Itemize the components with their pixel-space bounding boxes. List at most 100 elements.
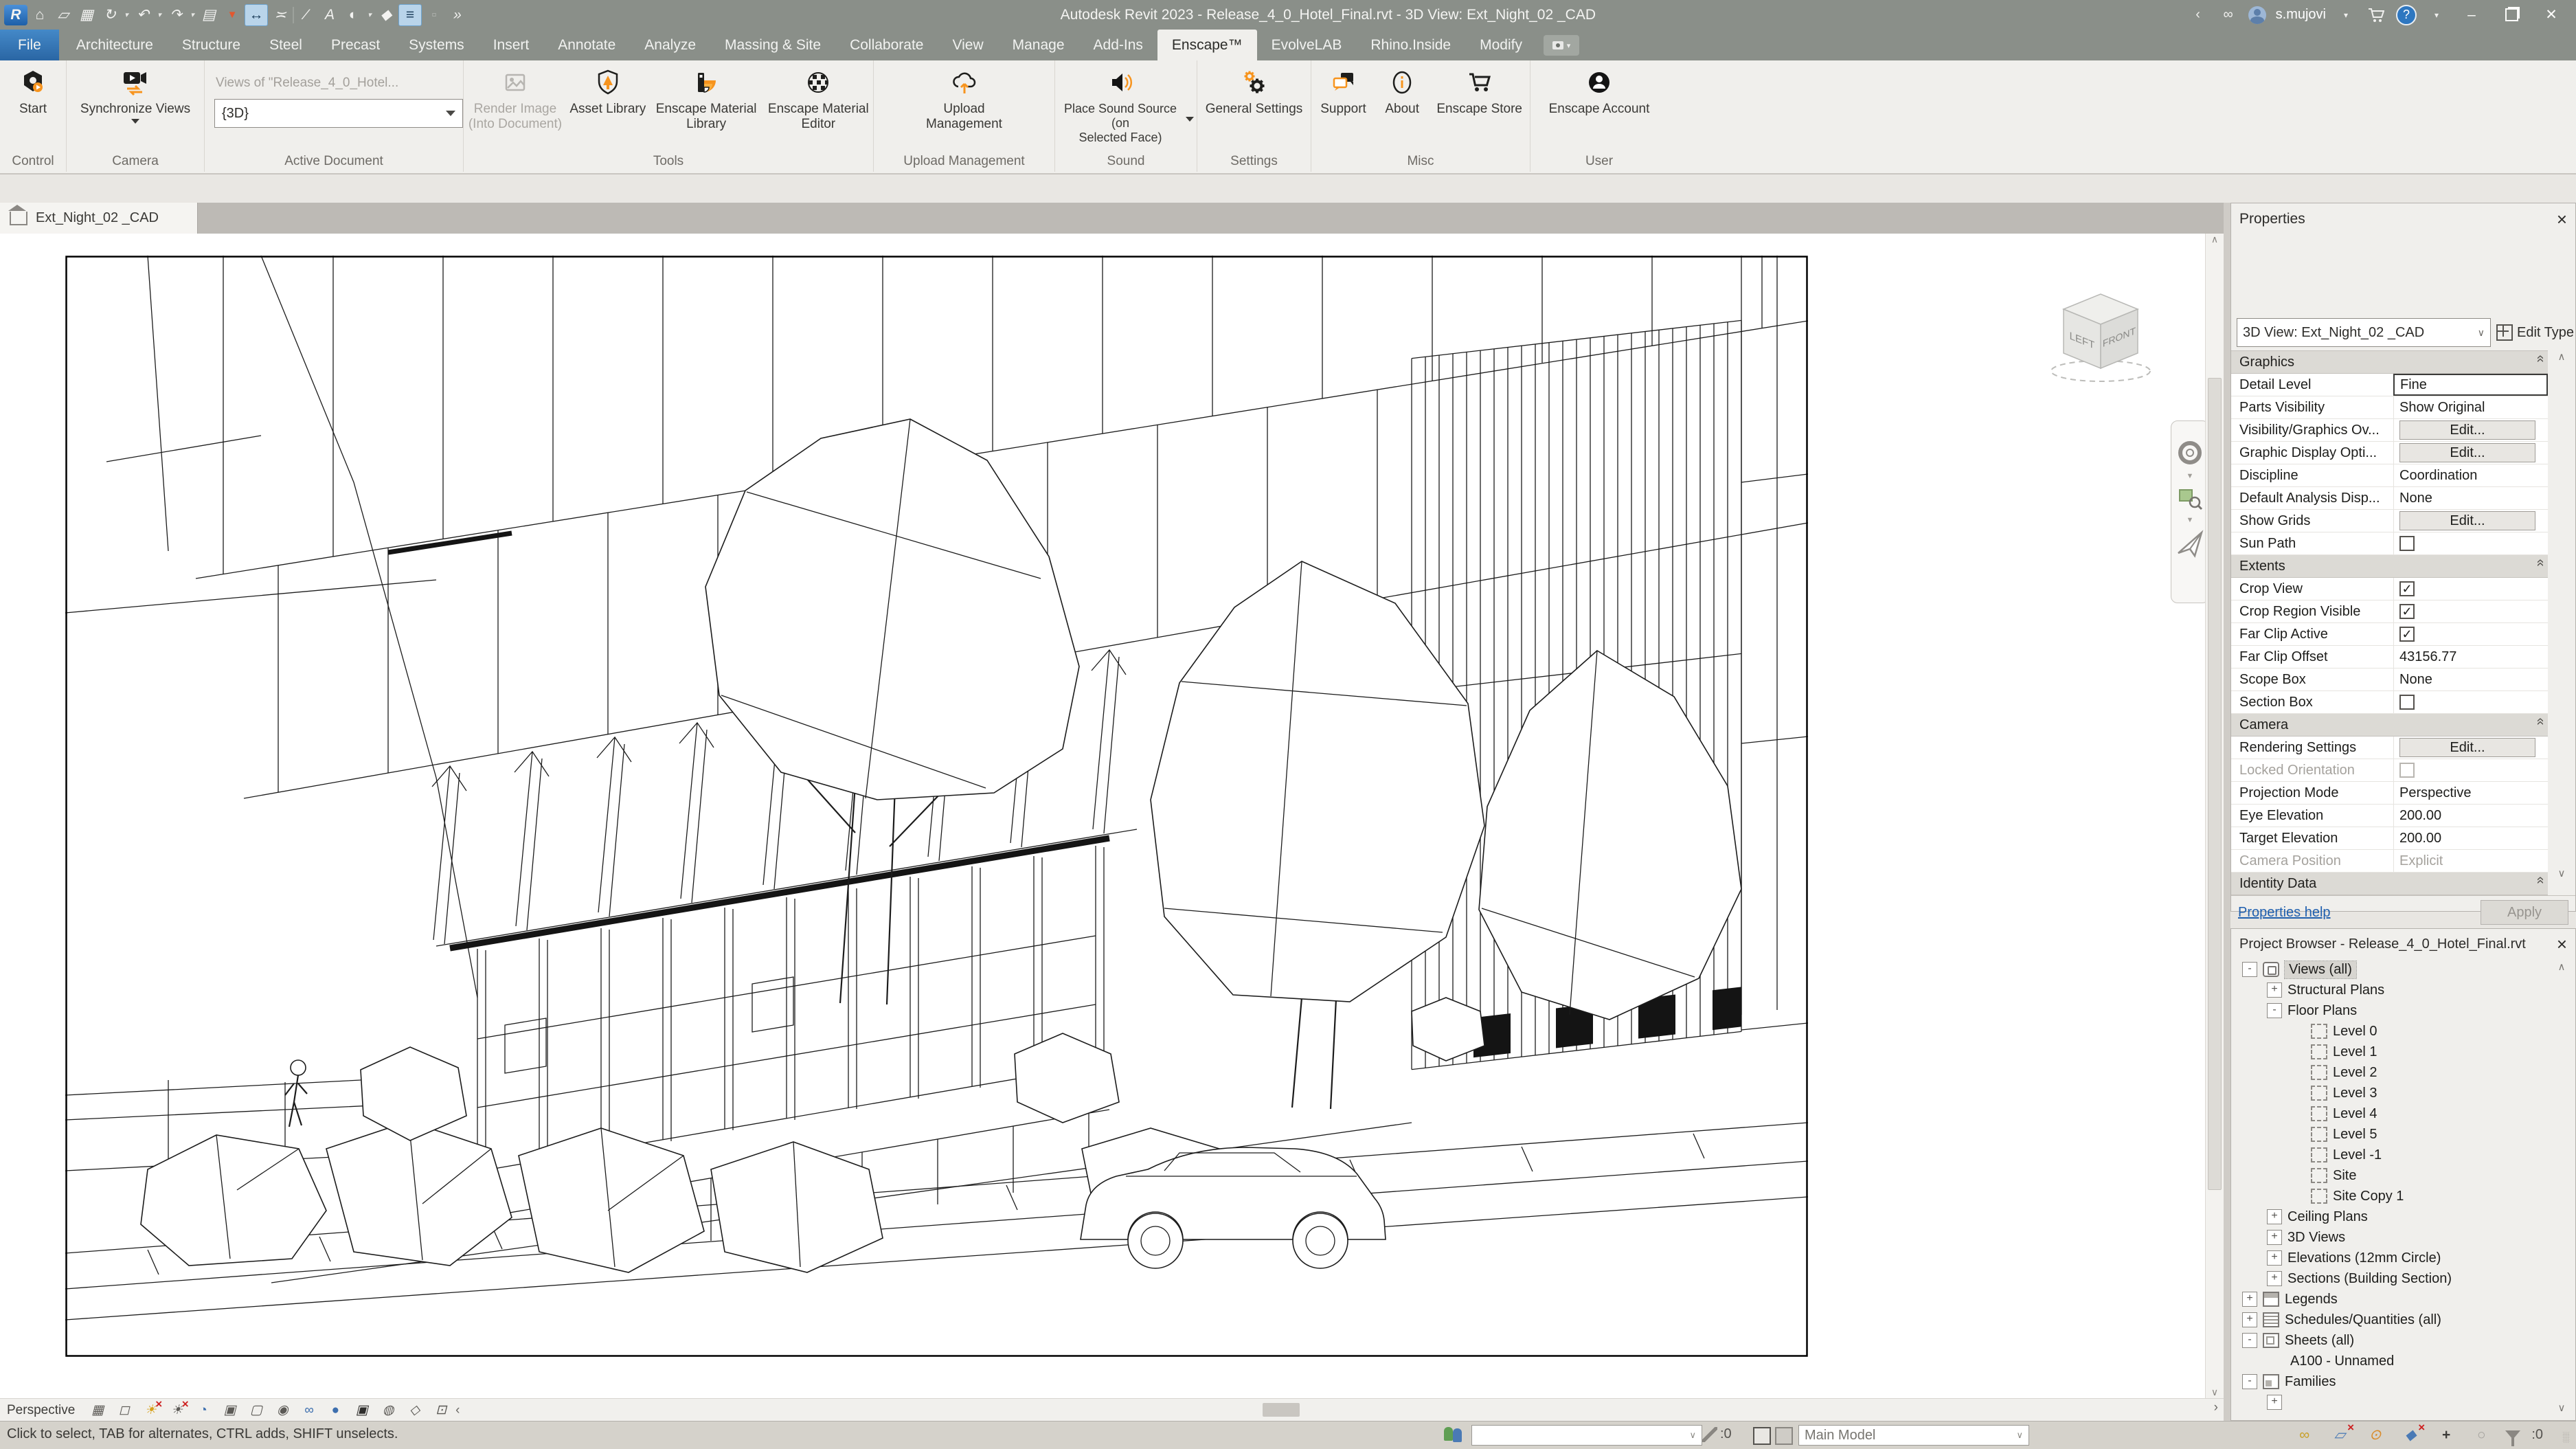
- ribbon-tab[interactable]: Structure: [168, 30, 255, 60]
- shadows-icon[interactable]: ☀: [167, 1401, 188, 1419]
- apply-button[interactable]: Apply: [2481, 900, 2568, 925]
- locked-3d-view-icon[interactable]: ◉: [272, 1401, 293, 1419]
- tree-item[interactable]: - Sheets (all): [2231, 1330, 2575, 1351]
- tree-item[interactable]: + Structural Plans: [2231, 980, 2575, 1000]
- tree-item[interactable]: Level 2: [2231, 1062, 2575, 1083]
- ribbon-tab[interactable]: Massing & Site: [710, 30, 835, 60]
- dropdown-caret-icon[interactable]: ▾: [122, 5, 131, 25]
- dropdown-caret-icon[interactable]: ▾: [155, 5, 163, 25]
- ribbon-tab[interactable]: Steel: [255, 30, 317, 60]
- separator[interactable]: [293, 7, 294, 23]
- properties-scrollbar[interactable]: ∧∨: [2549, 350, 2574, 879]
- property-row[interactable]: Graphic Display Opti... Edit... «: [2231, 442, 2548, 464]
- select-elements-by-face-icon[interactable]: ◆: [2398, 1424, 2423, 1445]
- tree-item[interactable]: Site: [2231, 1165, 2575, 1186]
- tree-item[interactable]: + Sections (Building Section): [2231, 1268, 2575, 1289]
- tree-item[interactable]: +: [2231, 1392, 2575, 1413]
- property-row[interactable]: Sun Path «: [2231, 532, 2548, 555]
- ribbon-tab[interactable]: Add-Ins: [1079, 30, 1157, 60]
- expand-toggle[interactable]: +: [2267, 1209, 2282, 1224]
- active-workset-select[interactable]: ∨: [1471, 1425, 1702, 1446]
- enscape-start-button[interactable]: Start: [15, 66, 51, 118]
- tree-item[interactable]: Level 4: [2231, 1103, 2575, 1124]
- expand-toggle[interactable]: -: [2242, 1374, 2257, 1389]
- aligned-dimension-icon[interactable]: ≍: [269, 5, 291, 25]
- redo-icon[interactable]: ↷: [165, 5, 187, 25]
- drag-elements-on-selection-icon[interactable]: +: [2434, 1425, 2459, 1446]
- app-menu-revit-icon[interactable]: R: [4, 5, 27, 25]
- tree-item[interactable]: + Ceiling Plans: [2231, 1206, 2575, 1227]
- user-dropdown-caret-icon[interactable]: ▾: [2336, 5, 2356, 25]
- enscape-material-library-button[interactable]: Enscape Material Library: [649, 66, 764, 134]
- view-tab-active[interactable]: Ext_Night_02 _CAD: [0, 203, 198, 234]
- background-processes-icon[interactable]: ○: [2469, 1425, 2494, 1446]
- property-row[interactable]: Locked Orientation «: [2231, 759, 2548, 782]
- ribbon-tab[interactable]: EvolveLAB: [1257, 30, 1357, 60]
- property-row[interactable]: Default Analysis Disp... None «: [2231, 487, 2548, 510]
- section-icon[interactable]: ◆: [375, 5, 397, 25]
- property-row[interactable]: Visibility/Graphics Ov... Edit... «: [2231, 419, 2548, 442]
- select-underlay-elements-icon[interactable]: ▱: [2327, 1424, 2352, 1445]
- expand-toggle[interactable]: +: [2267, 1230, 2282, 1245]
- property-row[interactable]: Parts Visibility Show Original «: [2231, 396, 2548, 419]
- temporary-hide-isolate-icon[interactable]: ∞: [299, 1401, 319, 1419]
- expand-toggle[interactable]: -: [2267, 1003, 2282, 1018]
- design-option-select[interactable]: Main Model ∨: [1798, 1425, 2029, 1446]
- tree-item[interactable]: Level 3: [2231, 1083, 2575, 1103]
- expand-toggle[interactable]: +: [2267, 1395, 2282, 1410]
- place-sound-source-button[interactable]: Place Sound Source (on Selected Face): [1055, 66, 1197, 147]
- design-options-icon[interactable]: [1753, 1427, 1771, 1445]
- ribbon-tab[interactable]: Manage: [998, 30, 1079, 60]
- upload-management-button[interactable]: Upload Management: [923, 66, 1005, 134]
- collapse-section-icon[interactable]: «: [2529, 559, 2551, 573]
- expand-toggle[interactable]: +: [2242, 1312, 2257, 1327]
- collapse-section-icon[interactable]: «: [2529, 717, 2551, 732]
- expand-toggle[interactable]: -: [2242, 1333, 2257, 1348]
- help-icon[interactable]: ?: [2396, 5, 2417, 25]
- save-icon[interactable]: ▦: [76, 5, 98, 25]
- export-pdf-icon[interactable]: ▼: [221, 5, 243, 25]
- undo-icon[interactable]: ↶: [132, 5, 154, 25]
- view-scale-label[interactable]: Perspective: [0, 1403, 86, 1418]
- ribbon-tab[interactable]: Systems: [394, 30, 479, 60]
- resize-grip[interactable]: ░: [2562, 1431, 2571, 1442]
- close-button[interactable]: ✕: [2536, 5, 2566, 25]
- help-dropdown-caret-icon[interactable]: ▾: [2426, 5, 2447, 25]
- reveal-hidden-elements-icon[interactable]: ●: [325, 1401, 346, 1419]
- ribbon-tab[interactable]: Insert: [479, 30, 544, 60]
- property-row[interactable]: Extents «: [2231, 555, 2548, 578]
- property-row[interactable]: Crop Region Visible «: [2231, 600, 2548, 623]
- ribbon-tab[interactable]: Rhino.Inside: [1356, 30, 1465, 60]
- tree-item[interactable]: + Legends: [2231, 1289, 2575, 1310]
- expand-toggle[interactable]: +: [2267, 1250, 2282, 1266]
- property-row[interactable]: Detail Level Fine «: [2231, 374, 2548, 396]
- show-rendering-dialog-icon[interactable]: ◔: [193, 1401, 214, 1419]
- navigation-bar[interactable]: ▼ ▼: [2171, 420, 2209, 603]
- restore-button[interactable]: [2496, 5, 2527, 25]
- ribbon-tab[interactable]: Architecture: [62, 30, 168, 60]
- tree-item[interactable]: A100 - Unnamed: [2231, 1351, 2575, 1371]
- sync-with-central-icon[interactable]: ↻: [99, 5, 121, 25]
- checkbox[interactable]: [2399, 604, 2415, 619]
- canvas-vertical-scrollbar[interactable]: ∧ ∨: [2205, 234, 2224, 1398]
- property-row[interactable]: Scope Box None «: [2231, 669, 2548, 691]
- checkbox[interactable]: [2399, 581, 2415, 596]
- avatar[interactable]: [2248, 6, 2266, 24]
- property-row[interactable]: Graphics «: [2231, 351, 2548, 374]
- search-icon[interactable]: ∞: [2218, 5, 2239, 25]
- property-row[interactable]: Discipline Coordination «: [2231, 464, 2548, 487]
- back-caret-icon[interactable]: ‹: [2188, 5, 2208, 25]
- property-row[interactable]: Section Box «: [2231, 691, 2548, 714]
- expand-toggle[interactable]: +: [2267, 1271, 2282, 1286]
- text-icon[interactable]: A: [319, 5, 341, 25]
- property-row[interactable]: Far Clip Offset 43156.77 «: [2231, 646, 2548, 669]
- ribbon-tab[interactable]: Modify: [1465, 30, 1537, 60]
- type-selector[interactable]: 3D View: Ext_Night_02 _CAD ∨: [2237, 318, 2491, 347]
- editable-only-icon[interactable]: [1702, 1427, 1717, 1442]
- checkbox[interactable]: [2399, 695, 2415, 710]
- reveal-constraints-icon[interactable]: ⊡: [431, 1401, 451, 1419]
- close-project-browser-icon[interactable]: ×: [2557, 934, 2567, 955]
- tree-item[interactable]: Level -1: [2231, 1145, 2575, 1165]
- checkbox[interactable]: [2399, 627, 2415, 642]
- visual-style-icon[interactable]: ◻: [114, 1401, 135, 1419]
